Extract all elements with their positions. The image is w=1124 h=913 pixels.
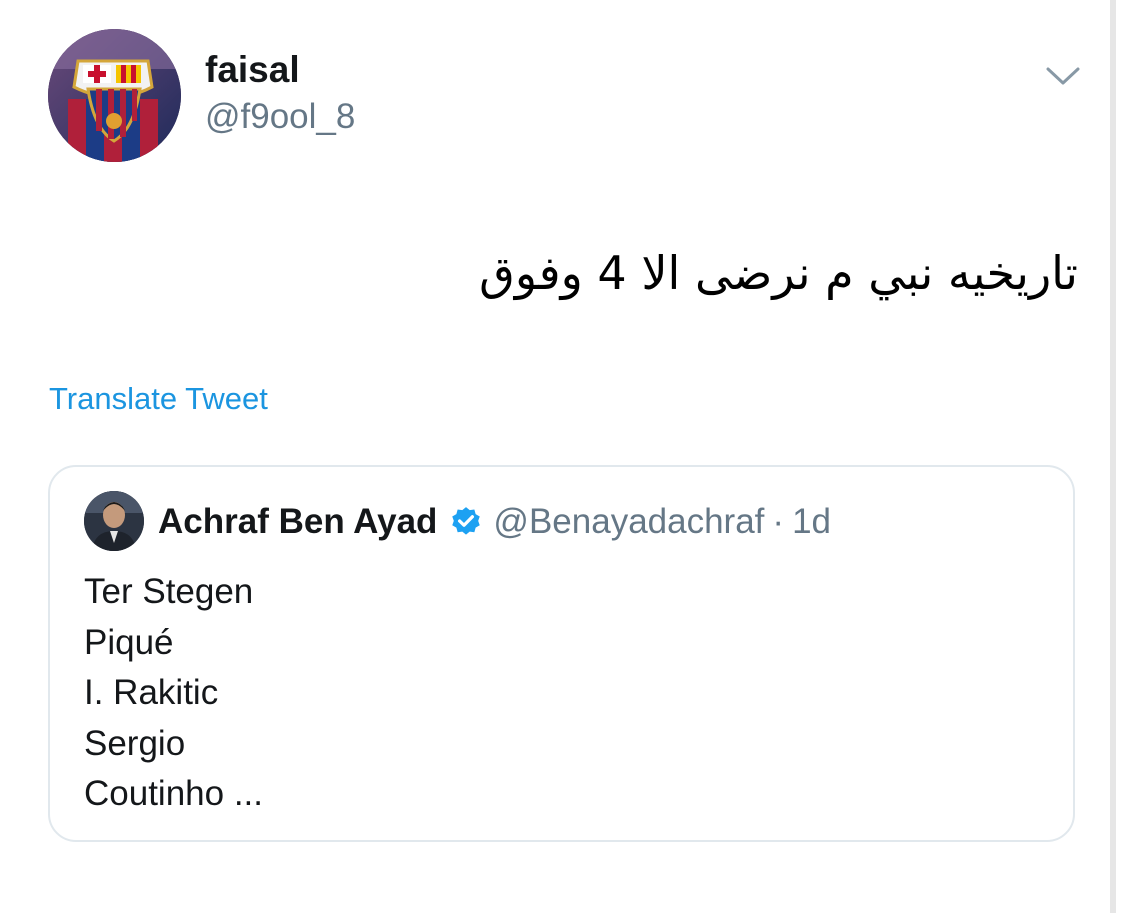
quoted-tweet-time[interactable]: 1d [792,499,831,545]
scrollbar[interactable] [1110,0,1116,913]
fc-barcelona-crest-icon [48,29,181,162]
author-avatar[interactable] [48,29,181,162]
quoted-author-handle[interactable]: @Benayadachraf [493,499,764,545]
quoted-author-avatar[interactable] [84,491,144,551]
quoted-author-display-name[interactable]: Achraf Ben Ayad [158,499,437,545]
person-photo-icon [84,491,144,551]
verified-badge-icon [452,507,481,535]
quoted-tweet-line: I. Rakitic [84,673,219,712]
quoted-tweet-line: Ter Stegen [84,572,254,611]
translate-tweet-link[interactable]: Translate Tweet [49,378,268,420]
quoted-tweet-line: Piqué [84,622,174,662]
chevron-down-icon[interactable] [1043,60,1083,92]
tweet-text: تاريخيه نبي م نرضى الا 4 وفوق [479,246,1078,300]
quoted-tweet-card[interactable]: Achraf Ben Ayad @Benayadachraf · 1d Ter … [48,465,1075,842]
separator-dot: · [772,502,785,541]
quoted-tweet-body: Ter Stegen Piqué I. Rakitic Sergio Couti… [84,567,263,820]
quoted-tweet-line: Coutinho ... [84,774,263,813]
quoted-tweet-line: Sergio [84,723,186,763]
quoted-tweet-header: Achraf Ben Ayad @Benayadachraf · 1d [158,499,831,545]
author-display-name[interactable]: faisal [205,46,300,94]
author-handle[interactable]: @f9ool_8 [205,94,355,140]
